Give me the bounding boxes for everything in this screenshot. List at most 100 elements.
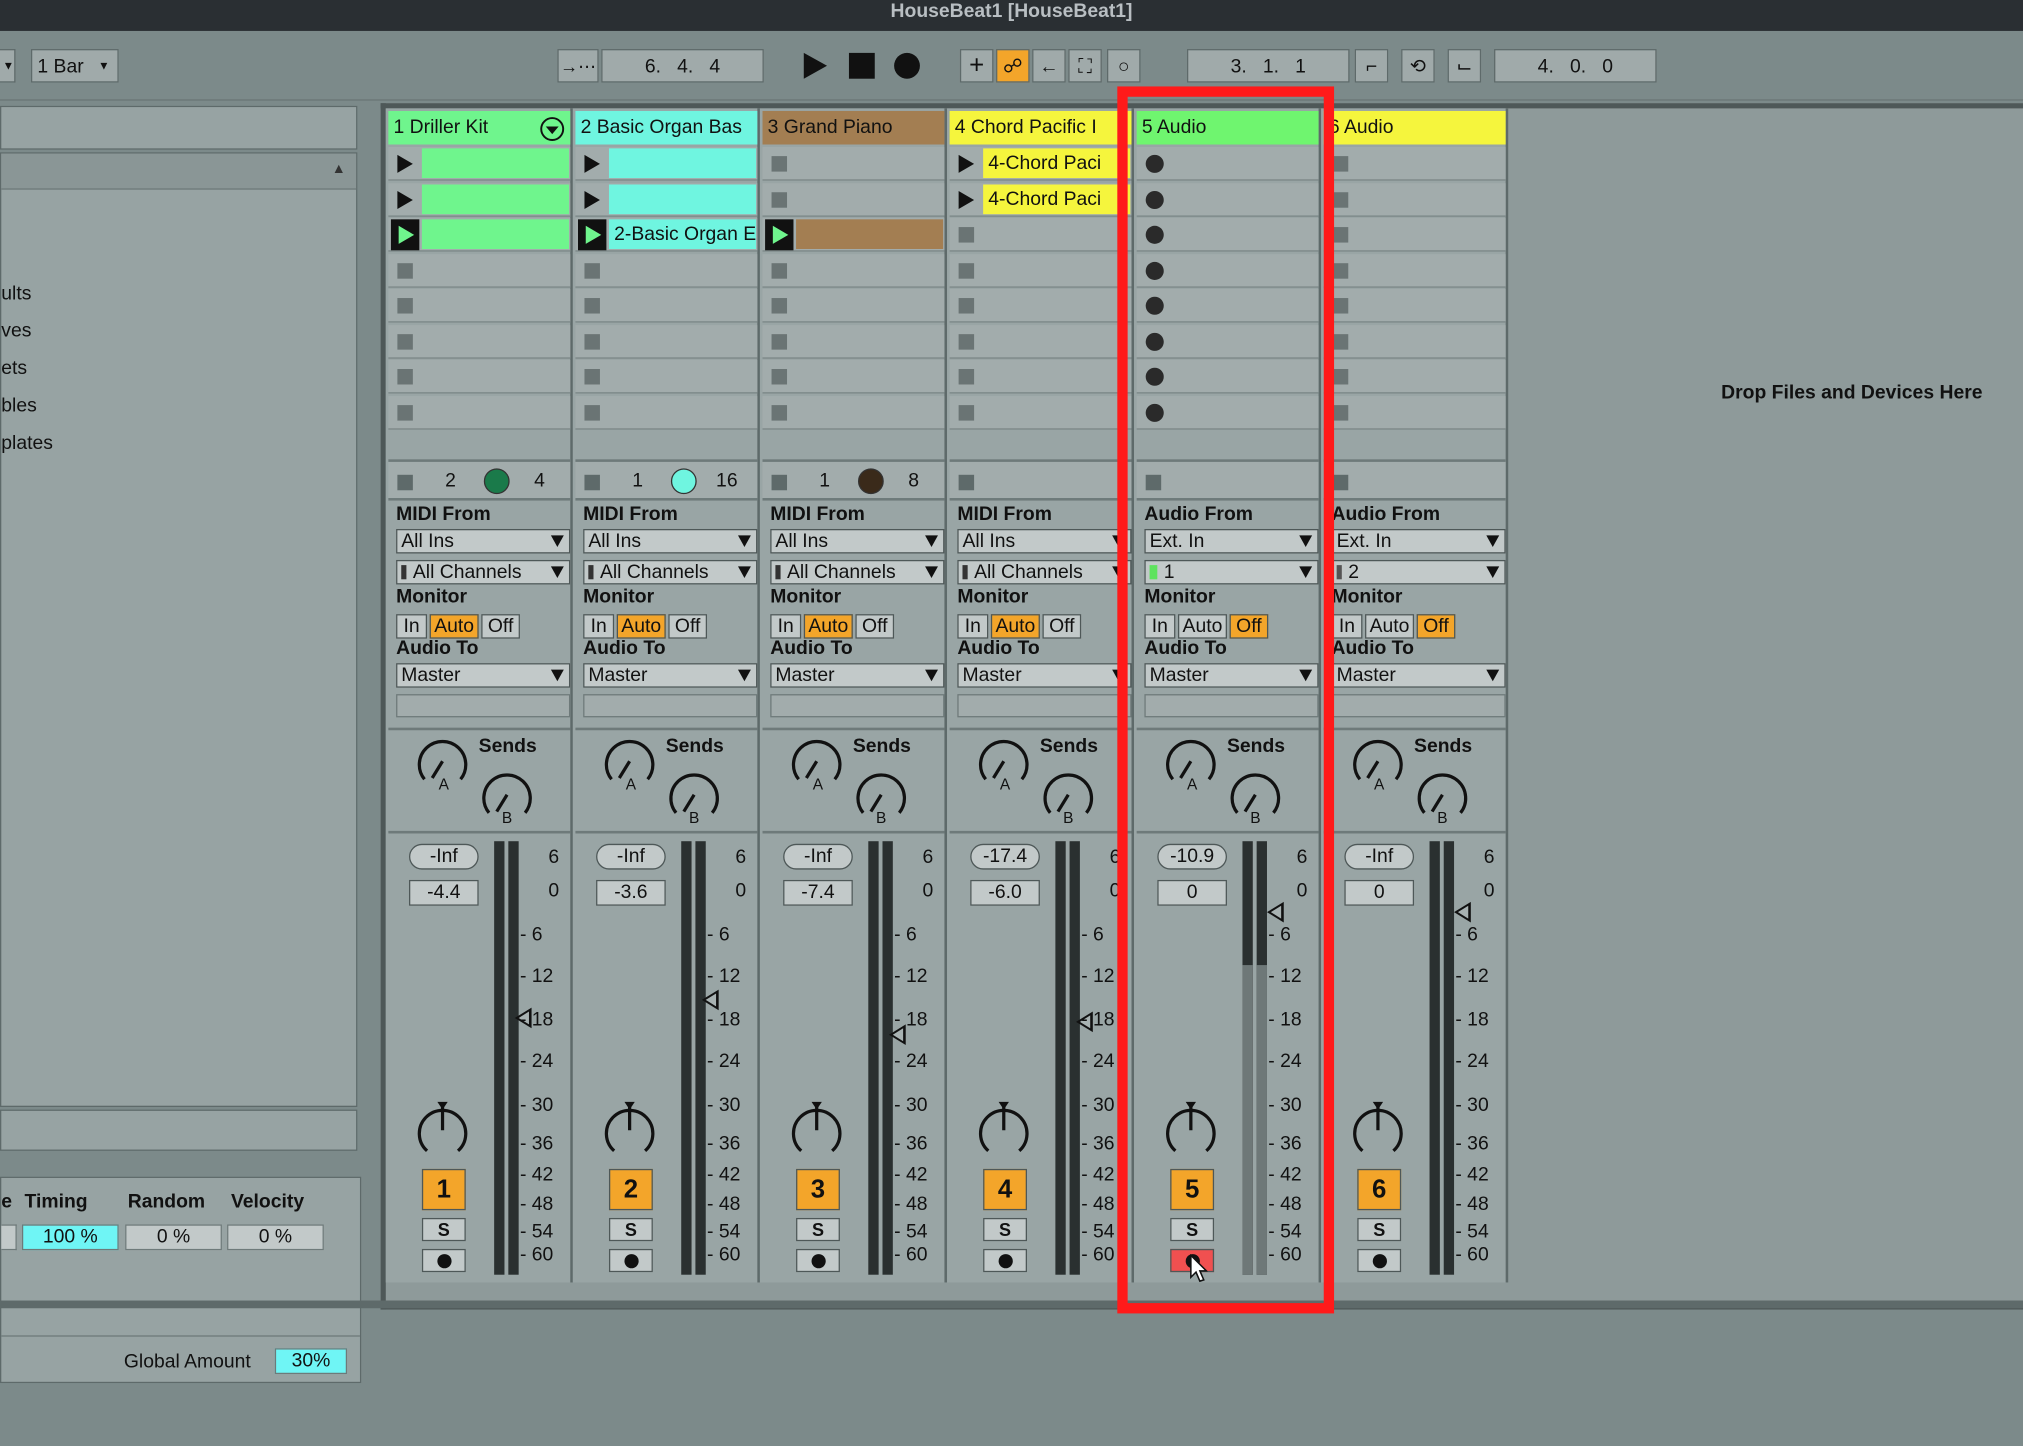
record-arm-slot-icon[interactable]: [1145, 367, 1164, 386]
send-b-knob[interactable]: B: [666, 769, 723, 826]
clip-stop-icon[interactable]: [771, 262, 788, 279]
play-icon[interactable]: [800, 52, 828, 80]
clip-slot[interactable]: [575, 182, 758, 217]
clip-stop-icon[interactable]: [1332, 156, 1349, 172]
volume-field[interactable]: -6.0: [970, 879, 1040, 906]
loop-start-field[interactable]: 3. 1. 1: [1186, 49, 1350, 83]
clip-stop-icon[interactable]: [397, 262, 413, 279]
send-b-knob[interactable]: B: [1227, 769, 1284, 826]
input-source-dropdown[interactable]: All Ins: [583, 528, 758, 554]
send-a-knob[interactable]: A: [1162, 735, 1219, 792]
volume-field[interactable]: -3.6: [596, 879, 666, 906]
collapse-up-icon[interactable]: ▲: [332, 161, 346, 176]
quantize-dropdown[interactable]: 1 Bar ▼: [30, 49, 119, 83]
follow-button[interactable]: →⋯: [557, 49, 599, 83]
clip-stop-icon[interactable]: [771, 298, 788, 314]
clip-slot[interactable]: [388, 359, 571, 394]
clip-stop-icon[interactable]: [958, 298, 975, 314]
input-channel-dropdown[interactable]: All Channels: [396, 559, 571, 585]
send-b-knob[interactable]: B: [479, 769, 536, 826]
track-activator-button[interactable]: 2: [608, 1168, 653, 1211]
clip-launch-icon[interactable]: [397, 154, 413, 173]
clip-slot[interactable]: [762, 289, 945, 323]
launch-knob[interactable]: [670, 468, 697, 495]
clip-slot[interactable]: 2-Basic Organ E: [575, 218, 758, 252]
clip-slot[interactable]: [575, 359, 758, 394]
monitor-off-button[interactable]: Off: [668, 614, 708, 639]
browser-item[interactable]: ves: [1, 320, 31, 342]
clip-stop-icon[interactable]: [771, 368, 788, 385]
monitor-auto-button[interactable]: Auto: [429, 614, 479, 639]
monitor-in-button[interactable]: In: [583, 614, 615, 639]
send-b-knob[interactable]: B: [1414, 769, 1471, 826]
solo-button[interactable]: S: [983, 1217, 1027, 1242]
volume-fader-handle[interactable]: [1454, 902, 1471, 924]
clip-slot[interactable]: [762, 253, 945, 288]
pan-knob[interactable]: [975, 1097, 1032, 1159]
output-channel-field[interactable]: [1331, 694, 1506, 718]
clip-slot[interactable]: [388, 395, 571, 429]
output-dropdown[interactable]: Master: [1331, 663, 1506, 688]
volume-fader-handle[interactable]: [701, 989, 719, 1011]
record-arm-slot-icon[interactable]: [1145, 154, 1164, 173]
groove-random-field[interactable]: 0 %: [125, 1224, 222, 1251]
monitor-off-button[interactable]: Off: [855, 614, 895, 639]
clip-slot[interactable]: [575, 324, 758, 359]
clip-stop-icon[interactable]: [584, 262, 600, 279]
clip-stop-icon[interactable]: [397, 333, 413, 349]
output-channel-field[interactable]: [396, 694, 571, 718]
peak-level-display[interactable]: -Inf: [783, 843, 853, 870]
clip-slot[interactable]: [762, 182, 945, 217]
clip-slot[interactable]: [1136, 289, 1319, 323]
punch-out-button[interactable]: ⌙: [1447, 49, 1482, 83]
loop-switch-button[interactable]: ⟲: [1401, 49, 1435, 83]
clip-slot[interactable]: [949, 218, 1132, 252]
stop-all-icon[interactable]: [1332, 474, 1349, 491]
clip-launch-icon[interactable]: [584, 154, 600, 173]
pan-knob[interactable]: [1162, 1097, 1219, 1159]
volume-field[interactable]: 0: [1157, 879, 1227, 906]
toolbar-left-dropdown[interactable]: ▼: [0, 49, 16, 83]
clip-slot[interactable]: [762, 218, 945, 252]
clip-launch-icon[interactable]: [958, 190, 975, 209]
clip[interactable]: [796, 219, 944, 250]
send-a-knob[interactable]: A: [601, 735, 658, 792]
clip-slot[interactable]: [949, 324, 1132, 359]
clip-slot[interactable]: [1136, 359, 1319, 394]
monitor-in-button[interactable]: In: [396, 614, 428, 639]
output-channel-field[interactable]: [1144, 694, 1319, 718]
monitor-off-button[interactable]: Off: [481, 614, 520, 639]
groove-velocity-field[interactable]: 0 %: [227, 1224, 324, 1251]
fold-icon[interactable]: [539, 116, 565, 142]
record-arm-button[interactable]: [1357, 1248, 1402, 1273]
clip-slot[interactable]: [1136, 395, 1319, 429]
stop-icon[interactable]: [848, 52, 876, 80]
browser-item[interactable]: plates: [1, 432, 53, 454]
record-arm-button[interactable]: [608, 1248, 653, 1273]
clip-stop-icon[interactable]: [1332, 298, 1349, 314]
output-dropdown[interactable]: Master: [957, 663, 1132, 688]
output-channel-field[interactable]: [770, 694, 945, 718]
monitor-off-button[interactable]: Off: [1416, 614, 1456, 639]
clip-stop-icon[interactable]: [958, 333, 975, 349]
monitor-auto-button[interactable]: Auto: [1177, 614, 1227, 639]
clip-slot[interactable]: [762, 324, 945, 359]
input-channel-dropdown[interactable]: All Channels: [770, 559, 945, 585]
clip-slot[interactable]: 4-Chord Paci: [949, 182, 1132, 217]
input-source-dropdown[interactable]: All Ins: [396, 528, 571, 554]
clip-stop-icon[interactable]: [771, 404, 788, 420]
clip-slot[interactable]: [575, 147, 758, 181]
session-record-button[interactable]: ⛶: [1068, 49, 1102, 83]
clip-slot[interactable]: [388, 147, 571, 181]
clip-stop-icon[interactable]: [771, 333, 788, 349]
clip-stop-icon[interactable]: [771, 156, 788, 172]
solo-button[interactable]: S: [796, 1217, 840, 1242]
track-activator-button[interactable]: 5: [1170, 1168, 1215, 1211]
record-arm-slot-icon[interactable]: [1145, 403, 1164, 422]
peak-level-display[interactable]: -17.4: [970, 843, 1040, 870]
solo-button[interactable]: S: [421, 1217, 466, 1242]
clip-slot[interactable]: [388, 289, 571, 323]
peak-level-display[interactable]: -Inf: [596, 843, 666, 870]
loop-record-button[interactable]: ○: [1106, 49, 1141, 83]
send-a-knob[interactable]: A: [788, 735, 845, 792]
